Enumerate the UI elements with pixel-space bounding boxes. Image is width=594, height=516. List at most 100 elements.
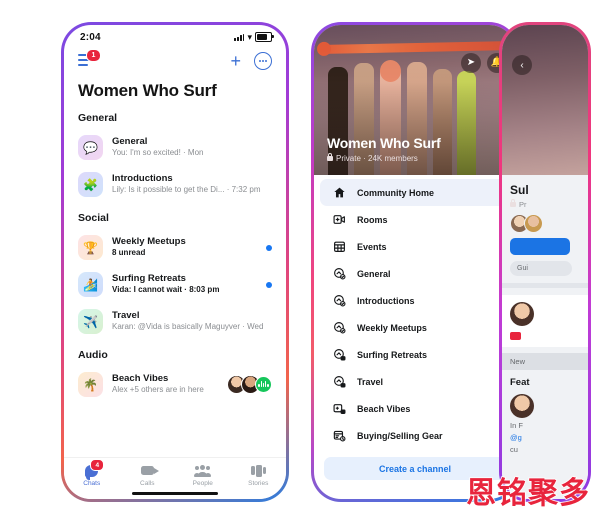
chat-preview: You: I'm so excited! · Mon [112,148,204,158]
chat-list-item[interactable]: 🌴 Beach Vibes Alex +5 others are in here [64,366,286,403]
chats-badge: 4 [90,459,105,471]
tab-people[interactable]: People [175,463,231,487]
status-bar-indicators: ▾ [234,32,274,42]
channel-label: Weekly Meetups [357,322,427,333]
tab-people-label: People [192,480,213,487]
post-line-2: @g [510,433,522,442]
chat-name: Travel [112,310,140,322]
community-meta: Private · 24K members [327,152,506,163]
channel-avatar-icon: 🏆 [78,235,103,260]
channel-label: Community Home [357,187,435,198]
third-cover: ‹ [502,25,588,175]
chat-name: Introductions [112,173,173,185]
chevron-left-icon[interactable]: ‹ [512,55,532,75]
channel-item-surfing-retreats[interactable]: Surfing Retreats [320,341,510,368]
tab-chats[interactable]: 4 Chats [64,459,120,487]
channel-label: Buying/Selling Gear [357,430,443,441]
unread-dot [266,244,272,251]
chat-text-block: Introductions Lily: Is it possible to get… [112,173,272,195]
chat-preview: Karan: @Vida is basically Maguyver · Wed [112,322,264,332]
channel-label: Surfing Retreats [357,349,428,360]
more-circle-icon[interactable] [254,52,272,70]
menu-badge: 1 [86,49,101,62]
screenshot-stage: 2:04 ▾ 1 + Women Who Surf General 💬 Gene… [0,0,594,516]
chat-text-block: Weekly Meetups 8 unread [112,236,257,258]
chat-text-block: Beach Vibes Alex +5 others are in here [112,373,218,395]
community-cover: ➤ 🔔 Women Who Surf Private · 24K members [314,25,516,175]
chat-list-item[interactable]: 🧩 Introductions Lily: Is it possible to ge… [64,166,286,203]
channel-label: Beach Vibes [357,403,411,414]
lock-icon [510,198,516,207]
avatar [510,394,534,418]
chat-channel-icon [332,320,347,335]
chat-preview: Lily: Is it possible to get the Di... · … [112,185,261,195]
avatar [510,302,534,326]
guidelines-pill[interactable]: Gui [510,261,572,276]
channel-item-beach-vibes[interactable]: Beach Vibes [320,395,510,422]
share-arrow-icon[interactable]: ➤ [461,53,481,73]
chat-list-item[interactable]: 💬 General You: I'm so excited! · Mon [64,129,286,166]
chat-list-item[interactable]: 🏄 Surfing Retreats Vida: I cannot wait · 8… [64,266,286,303]
left-top-actions: + [230,52,272,70]
post-line-3: cu [510,445,518,454]
lock-icon [327,152,333,161]
left-phone-frame: 2:04 ▾ 1 + Women Who Surf General 💬 Gene… [61,22,289,502]
channel-item-community-home[interactable]: Community Home [320,179,510,206]
menu-list-icon[interactable]: 1 [78,49,101,69]
watermark: 恩铭聚多 [465,475,590,512]
chat-private-icon [332,374,347,389]
channel-item-general[interactable]: General [320,260,510,287]
community-meta-text: Private · 24K members [336,154,418,163]
bottom-tab-bar: 4 Chats Calls People Stories [64,457,286,499]
plus-icon[interactable]: + [230,52,241,70]
channel-label: Introductions [357,295,415,306]
channel-list: Community Home Rooms Events General Introduc… [314,175,516,449]
tab-stories[interactable]: Stories [231,463,287,487]
tab-calls[interactable]: Calls [120,463,176,487]
third-phone-frame: ‹ Sul Pr Gui New Feat In F @g cu [499,22,591,502]
home-icon [332,185,347,200]
stories-icon [250,463,266,478]
community-title: Women Who Surf [327,135,441,151]
chat-preview: Vida: I cannot wait · 8:03 pm [112,285,220,295]
video-camera-icon [140,463,159,478]
left-phone-screen: 2:04 ▾ 1 + Women Who Surf General 💬 Gene… [64,25,286,499]
people-icon [194,463,212,478]
live-audio-participants [227,375,272,394]
home-indicator [132,491,218,495]
left-top-bar: 1 + [64,47,286,75]
chat-channel-icon [332,266,347,281]
page-title: Women Who Surf [78,81,217,100]
battery-icon [255,32,274,42]
chat-text-block: General You: I'm so excited! · Mon [112,136,272,158]
channel-item-events[interactable]: Events [320,233,510,260]
chat-text-block: Travel Karan: @Vida is basically Maguyver… [112,310,272,332]
chat-list-item[interactable]: 🏆 Weekly Meetups 8 unread [64,229,286,266]
third-title: Sul [510,183,529,197]
section-header: Audio [78,349,108,361]
section-header: Social [78,212,109,224]
rooms-icon [332,212,347,227]
chat-name: Beach Vibes [112,373,169,385]
channel-item-weekly-meetups[interactable]: Weekly Meetups [320,314,510,341]
join-button[interactable] [510,238,570,255]
featured-heading: Feat [510,377,530,388]
audio-wave-icon[interactable] [255,376,272,393]
channel-item-travel[interactable]: Travel [320,368,510,395]
post-card [502,295,588,347]
channel-item-rooms[interactable]: Rooms [320,206,510,233]
chat-private-icon [332,347,347,362]
post-line-1: In F [510,421,523,430]
cellular-bars-icon [234,33,245,41]
channel-item-introductions[interactable]: Introductions [320,287,510,314]
chat-list-item[interactable]: ✈️ Travel Karan: @Vida is basically Maguyv… [64,303,286,340]
channel-avatar-icon: 🏄 [78,272,103,297]
right-phone-frame: ➤ 🔔 Women Who Surf Private · 24K members… [311,22,519,502]
channel-avatar-icon: ✈️ [78,309,103,334]
channel-avatar-icon: 💬 [78,135,103,160]
chat-sections: General 💬 General You: I'm so excited! · Mo… [64,103,286,403]
third-subtitle: Pr [519,200,527,209]
channel-item-buying-selling-gear[interactable]: Buying/Selling Gear [320,422,510,449]
status-bar-time: 2:04 [80,31,101,43]
calendar-icon [332,239,347,254]
